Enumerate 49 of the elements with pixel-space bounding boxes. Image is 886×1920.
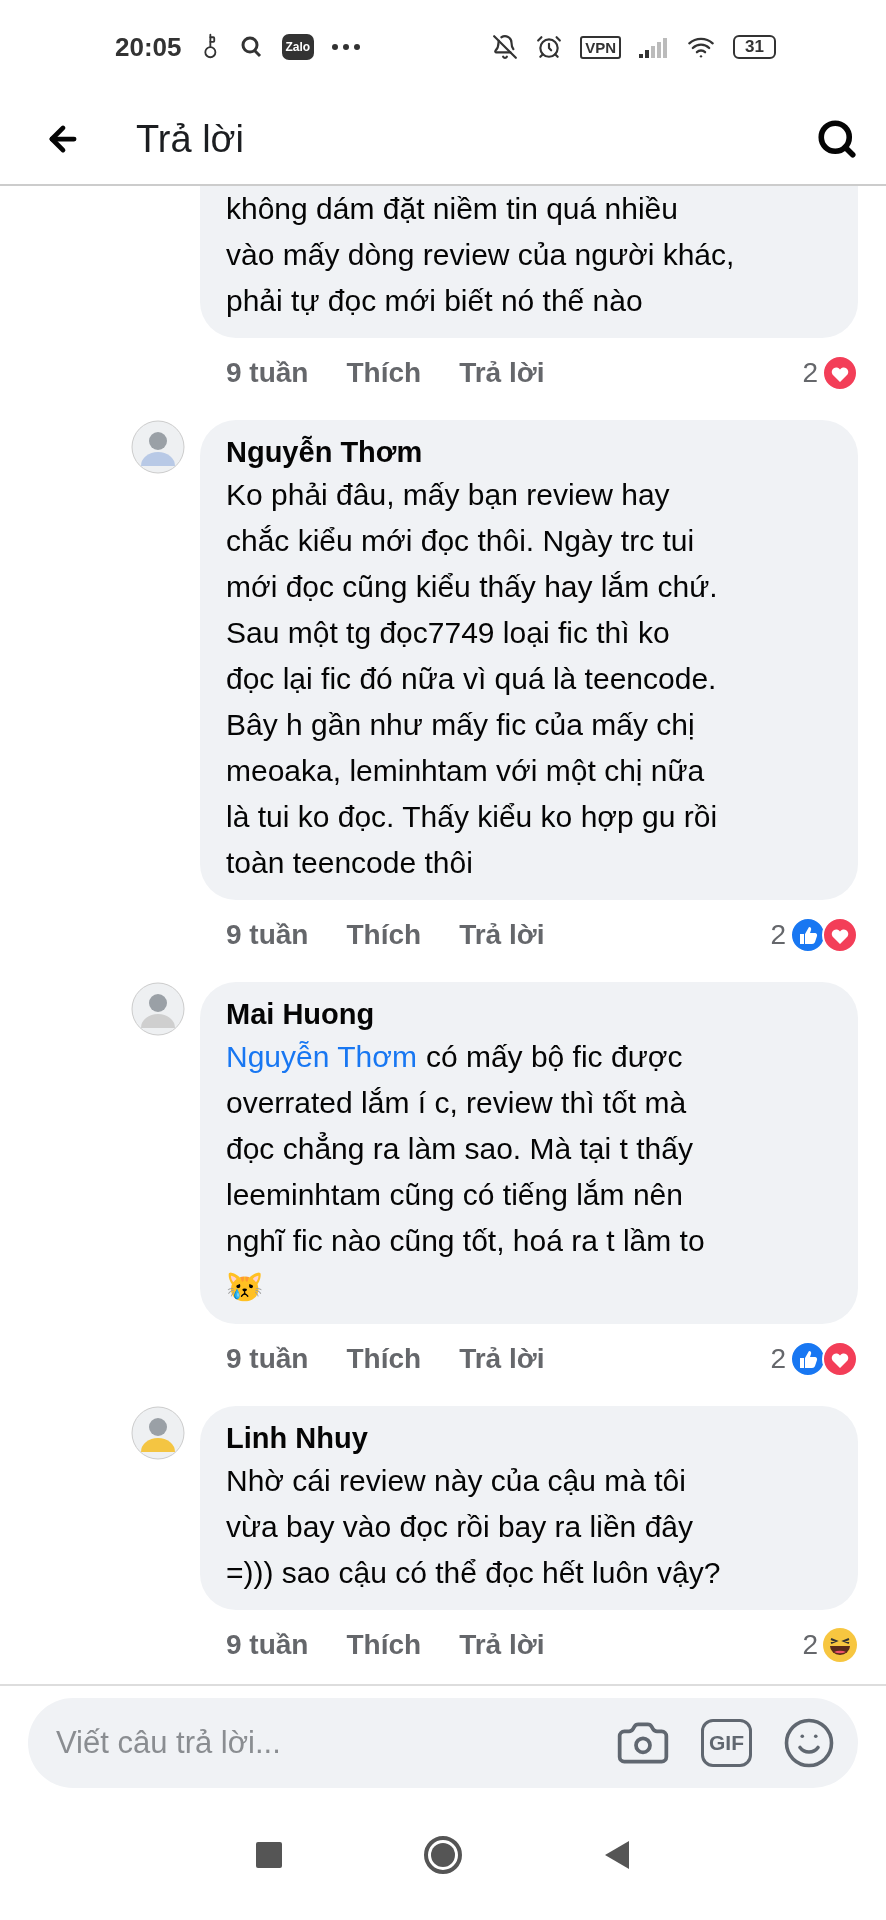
- heart-reaction-icon: [822, 917, 858, 953]
- avatar[interactable]: [131, 982, 185, 1036]
- comment-age: 9 tuần: [226, 1629, 309, 1661]
- zalo-badge: Zalo: [281, 34, 315, 61]
- comment-age: 9 tuần: [226, 1343, 309, 1375]
- more-icon: [332, 44, 361, 51]
- comment-age: 9 tuần: [226, 357, 309, 389]
- reaction-count: 2: [770, 919, 786, 951]
- reply-link[interactable]: Trả lời: [459, 1343, 545, 1375]
- heart-reaction-icon: [822, 1341, 858, 1377]
- reaction-count: 2: [802, 357, 818, 389]
- reply-input-field[interactable]: Viết câu trả lời... GIF: [28, 1698, 858, 1788]
- like-link[interactable]: Thích: [346, 919, 422, 951]
- search-button[interactable]: [816, 118, 858, 161]
- avatar[interactable]: [131, 420, 185, 474]
- battery-level: 31: [733, 35, 776, 60]
- comment-text: Nguyễn Thơm có mấy bộ fic được overrated lắm í c, review thì tốt mà đọc chẳng ra làm sao. Mà tại t thấy leeminhtam cũng có tiếng lắm nên nghĩ fic nào cũng tốt, hoá ra t lầm to 😿: [226, 1039, 706, 1305]
- like-link[interactable]: Thích: [346, 1343, 422, 1375]
- comment-text: không dám đặt niềm tin quá nhiều vào mấy dòng review của người khác, phải tự đọc mới biết nó thế nào: [226, 191, 736, 319]
- author-name[interactable]: Nguyễn Thơm: [226, 432, 832, 472]
- like-reaction-icon: [790, 917, 826, 953]
- alarm-icon: [536, 34, 563, 61]
- like-link[interactable]: Thích: [346, 1629, 422, 1661]
- comment-text: Ko phải đâu, mấy bạn review hay chắc kiểu mới đọc thôi. Ngày trc tui mới đọc cũng kiểu thấy hay lắm chứ. Sau một tg đọc7749 loại fic thì ko đọc lại fic đó nữa vì quá là teencode. Bây h gần như mấy fic của mấy chị meoaka, leminhtam với một chị nữa là tui ko đọc. Thấy kiểu ko hợp gu rồi toàn teencode thôi: [226, 477, 719, 881]
- like-reaction-icon: [790, 1341, 826, 1377]
- comment-text: Nhờ cái review này của cậu mà tôi vừa bay vào đọc rồi bay ra liền đây =))) sao cậu có thể đọc hết luôn vậy?: [226, 1463, 722, 1591]
- vpn-indicator: VPN: [580, 35, 622, 59]
- reply-link[interactable]: Trả lời: [459, 357, 545, 389]
- recents-button[interactable]: [255, 1841, 283, 1869]
- author-name[interactable]: Linh Nhuy: [226, 1418, 832, 1458]
- laughing-reaction-icon: [822, 1627, 858, 1663]
- mention-link[interactable]: Nguyễn Thơm: [226, 1040, 417, 1073]
- home-button[interactable]: [423, 1835, 463, 1875]
- avatar[interactable]: [131, 1406, 185, 1460]
- reaction-count: 2: [770, 1343, 786, 1375]
- reply-link[interactable]: Trả lời: [459, 919, 545, 951]
- signal-icon: [639, 36, 670, 59]
- heart-reaction-icon: [822, 355, 858, 391]
- gif-button[interactable]: GIF: [701, 1719, 752, 1767]
- emoji-button[interactable]: [782, 1716, 836, 1770]
- status-time: 20:05: [115, 31, 182, 63]
- reaction-count: 2: [802, 1629, 818, 1661]
- back-nav-button[interactable]: [603, 1839, 631, 1871]
- comment-age: 9 tuần: [226, 919, 309, 951]
- author-name[interactable]: Mai Huong: [226, 994, 832, 1034]
- muted-bell-icon: [492, 34, 519, 61]
- reply-link[interactable]: Trả lời: [459, 1629, 545, 1661]
- like-link[interactable]: Thích: [346, 357, 422, 389]
- page-title: Trả lời: [136, 117, 245, 161]
